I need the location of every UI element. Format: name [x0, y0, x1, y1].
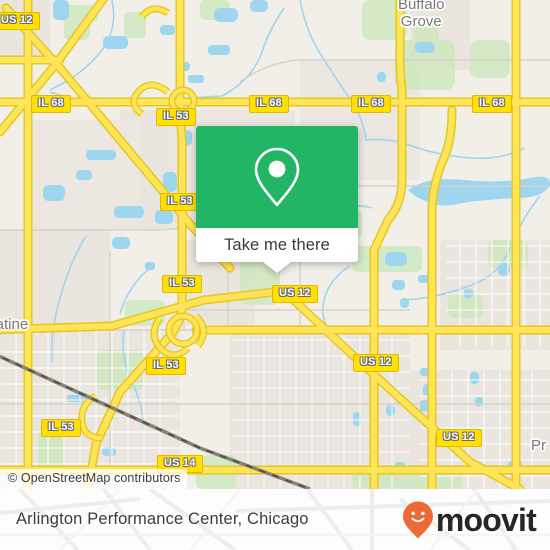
road-shield-il-53: IL 53 [162, 275, 202, 293]
footer-bar: Arlington Performance Center, Chicago mo… [0, 489, 550, 550]
road-shield-il-53: IL 53 [41, 419, 81, 437]
road-shield-il-68: IL 68 [31, 95, 71, 113]
road-shield-us-12: US 12 [272, 285, 318, 303]
place-label-buffalo-grove: Buffalo Grove [398, 0, 445, 30]
road-shield-il-68: IL 68 [351, 95, 391, 113]
callout-header [196, 126, 358, 228]
moovit-wordmark: moovit [435, 501, 537, 538]
callout-pointer-tail [263, 262, 291, 273]
map-screenshot: US 12 IL 68 IL 68 IL 68 IL 68 IL 53 IL 53 IL 53… [0, 0, 550, 550]
venue-title: Arlington Performance Center, Chicago [16, 510, 309, 528]
road-shield-il-53: IL 53 [146, 357, 186, 375]
road-shield-il-53: IL 53 [160, 193, 200, 211]
map-pin-icon [254, 147, 300, 207]
road-shield-il-68: IL 68 [249, 95, 289, 113]
road-shield-il-53: IL 53 [156, 108, 196, 126]
place-label-prospect-heights: Pr [531, 437, 546, 454]
location-callout-card[interactable]: Take me there [196, 126, 358, 273]
place-label-palatine: alatine [0, 316, 29, 333]
road-shield-us-12: US 12 [353, 354, 399, 372]
take-me-there-button[interactable]: Take me there [196, 228, 358, 273]
moovit-logo[interactable]: moovit [401, 500, 537, 540]
map-attribution[interactable]: © OpenStreetMap contributors [0, 469, 187, 489]
road-shield-us-12: US 12 [436, 429, 482, 447]
road-shield-us-12: US 12 [0, 12, 40, 30]
map-viewport[interactable]: US 12 IL 68 IL 68 IL 68 IL 68 IL 53 IL 53 IL 53… [0, 0, 550, 489]
road-shield-il-68: IL 68 [472, 95, 512, 113]
moovit-smiley-pin-icon [402, 501, 433, 538]
take-me-there-label: Take me there [224, 235, 330, 254]
